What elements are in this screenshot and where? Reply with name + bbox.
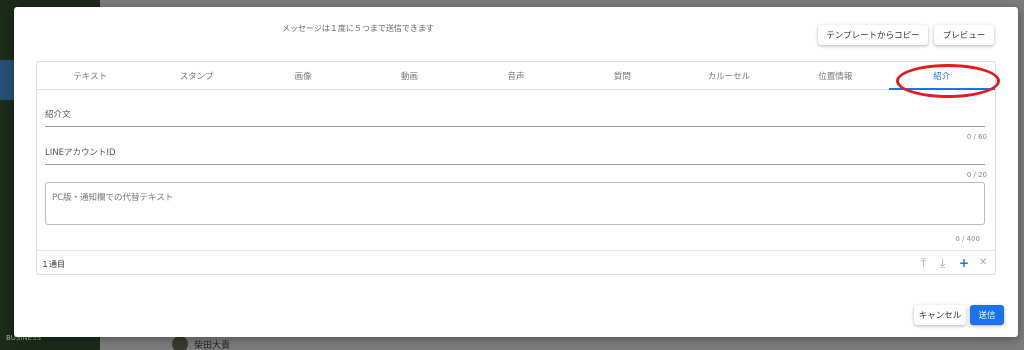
line-account-id-counter: 0 / 20: [966, 171, 987, 179]
move-down-icon[interactable]: ⤓: [940, 256, 945, 271]
tab-audio[interactable]: 音声: [463, 62, 569, 89]
send-button[interactable]: 送信: [970, 305, 1004, 325]
alt-text-counter: 0 / 400: [955, 235, 980, 243]
intro-text-underline: [45, 126, 985, 127]
background-sidebar-selection: [0, 60, 14, 100]
line-account-id-field[interactable]: LINEアカウントID: [45, 146, 985, 165]
cancel-button[interactable]: キャンセル: [914, 305, 966, 325]
move-up-icon[interactable]: ⤒: [921, 256, 926, 271]
tab-sticker[interactable]: スタンプ: [143, 62, 249, 89]
alt-text-placeholder: PC版・通知欄での代替テキスト: [52, 193, 174, 203]
line-account-id-underline: [45, 164, 985, 165]
message-number: １通目: [41, 260, 65, 269]
intro-text-counter: 0 / 60: [966, 133, 987, 141]
tab-image[interactable]: 画像: [250, 62, 356, 89]
preview-button[interactable]: プレビュー: [934, 25, 994, 45]
message-limit-notice: メッセージは１度に５つまで送信できます: [282, 24, 434, 33]
tab-question[interactable]: 質問: [569, 62, 675, 89]
tab-introduction[interactable]: 紹介: [888, 62, 996, 90]
message-editor-modal: メッセージは１度に５つまで送信できます テンプレートからコピー プレビュー テキ…: [14, 7, 1018, 337]
alt-text-input[interactable]: PC版・通知欄での代替テキスト: [45, 182, 985, 225]
panel-footer: １通目 ⤒ ⤓ + ✕: [37, 250, 995, 274]
tab-text[interactable]: テキスト: [37, 62, 143, 89]
tab-video[interactable]: 動画: [356, 62, 462, 89]
line-account-id-label: LINEアカウントID: [45, 148, 116, 158]
intro-text-label: 紹介文: [45, 110, 71, 120]
tab-carousel[interactable]: カルーセル: [676, 62, 782, 89]
tab-location[interactable]: 位置情報: [782, 62, 888, 89]
intro-text-field[interactable]: 紹介文: [45, 108, 985, 127]
message-panel: テキスト スタンプ 画像 動画 音声 質問 カルーセル 位置情報 紹介 紹介文 …: [36, 61, 1000, 275]
message-type-tabs: テキスト スタンプ 画像 動画 音声 質問 カルーセル 位置情報 紹介: [37, 62, 996, 90]
background-user-name: 柴田大貴: [194, 341, 231, 350]
copy-from-template-button[interactable]: テンプレートからコピー: [818, 25, 928, 45]
add-icon[interactable]: +: [959, 256, 969, 270]
avatar: [172, 336, 188, 350]
close-icon[interactable]: ✕: [979, 257, 987, 268]
